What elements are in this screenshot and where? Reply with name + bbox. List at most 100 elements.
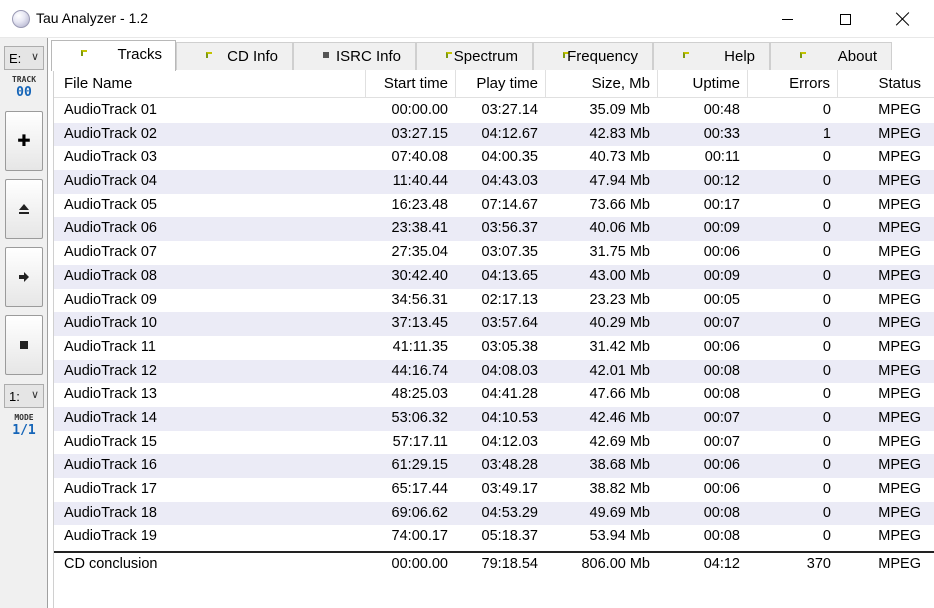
column-header-errors[interactable]: Errors <box>748 70 838 98</box>
table-row[interactable]: AudioTrack 10 37:13.45 03:57.64 40.29 Mb 00:… <box>54 312 934 336</box>
cell-play-time: 03:57.64 <box>481 315 538 332</box>
column-header-size[interactable]: Size, Mb <box>546 70 658 98</box>
cell-uptime: 00:06 <box>703 457 740 474</box>
tab-label: ISRC Info <box>335 48 401 65</box>
cell-size: 31.42 Mb <box>589 338 650 355</box>
cell-size: 42.83 Mb <box>589 125 650 142</box>
cell-size: 35.09 Mb <box>589 102 650 118</box>
close-button[interactable] <box>874 0 932 38</box>
summary-errors: 370 <box>806 556 831 572</box>
cell-uptime: 00:48 <box>703 102 740 118</box>
cell-file-name: AudioTrack 01 <box>64 102 157 118</box>
cell-play-time: 04:43.03 <box>481 173 538 190</box>
tab-isrc-info[interactable]: ISRC Info <box>293 42 416 70</box>
cell-size: 73.66 Mb <box>589 196 650 213</box>
cell-status: MPEG <box>878 291 921 308</box>
drive-select[interactable]: E: ∨ <box>4 46 44 70</box>
tab-label: Frequency <box>567 48 638 65</box>
table-row[interactable]: AudioTrack 12 44:16.74 04:08.03 42.01 Mb 00:… <box>54 359 934 384</box>
table-row[interactable]: AudioTrack 11 41:11.35 03:05.38 31.42 Mb 00:… <box>54 336 934 360</box>
cell-status: MPEG <box>878 481 921 497</box>
table-row[interactable]: AudioTrack 05 16:23.48 07:14.67 73.66 Mb 00:… <box>54 194 934 218</box>
tab-tracks[interactable]: Tracks <box>51 40 176 71</box>
tab-frequency[interactable]: Frequency <box>533 42 653 70</box>
next-button[interactable] <box>5 247 43 307</box>
table-row[interactable]: AudioTrack 14 53:06.32 04:10.53 42.46 Mb 00:… <box>54 406 934 431</box>
table-row[interactable]: AudioTrack 08 30:42.40 04:13.65 43.00 Mb 00:… <box>54 264 934 289</box>
eject-button[interactable] <box>5 179 43 239</box>
cell-status: MPEG <box>878 315 921 332</box>
tab-help[interactable]: Help <box>653 42 770 70</box>
table-row[interactable]: AudioTrack 07 27:35.04 03:07.35 31.75 Mb 00:… <box>54 241 934 265</box>
cell-uptime: 00:07 <box>703 409 740 426</box>
tab-label: Tracks <box>117 46 162 63</box>
summary-status: MPEG <box>878 556 921 572</box>
cell-uptime: 00:08 <box>703 386 740 403</box>
table-row[interactable]: AudioTrack 15 57:17.11 04:12.03 42.69 Mb 00:… <box>54 431 934 455</box>
summary-row: CD conclusion 00:00.00 79:18.54 806.00 M… <box>54 551 934 575</box>
add-button[interactable]: ✚ <box>5 111 43 171</box>
cell-errors: 0 <box>822 362 831 379</box>
table-row[interactable]: AudioTrack 18 69:06.62 04:53.29 49.69 Mb 00:… <box>54 501 934 526</box>
tab-spectrum[interactable]: Spectrum <box>416 42 533 70</box>
cell-file-name: AudioTrack 14 <box>64 409 157 426</box>
tab-cd-info[interactable]: CD Info <box>176 42 293 70</box>
cell-uptime: 00:08 <box>703 362 740 379</box>
cell-size: 42.01 Mb <box>589 362 650 379</box>
table-row[interactable]: AudioTrack 03 07:40.08 04:00.35 40.73 Mb 00:… <box>54 146 934 170</box>
cell-size: 42.46 Mb <box>589 409 650 426</box>
tracks-table: File Name Start time Play time Size, Mb … <box>53 70 934 608</box>
mode-select[interactable]: 1: ∨ <box>4 384 44 408</box>
table-row[interactable]: AudioTrack 02 03:27.15 04:12.67 42.83 Mb 00:… <box>54 122 934 147</box>
cell-file-name: AudioTrack 10 <box>64 315 157 332</box>
cell-size: 43.00 Mb <box>589 267 650 284</box>
maximize-button[interactable] <box>816 0 874 38</box>
table-row[interactable]: AudioTrack 19 74:00.17 05:18.37 53.94 Mb 00:… <box>54 525 934 549</box>
cell-errors: 0 <box>822 338 831 355</box>
tab-about[interactable]: About <box>770 42 892 70</box>
cell-file-name: AudioTrack 17 <box>64 481 157 497</box>
app-disc-icon <box>12 10 30 28</box>
cell-file-name: AudioTrack 07 <box>64 244 157 261</box>
cell-errors: 0 <box>822 481 831 497</box>
cell-file-name: AudioTrack 05 <box>64 196 157 213</box>
cell-uptime: 00:09 <box>703 267 740 284</box>
cell-play-time: 03:07.35 <box>481 244 538 261</box>
table-row[interactable]: AudioTrack 17 65:17.44 03:49.17 38.82 Mb 00:… <box>54 478 934 502</box>
cell-play-time: 04:41.28 <box>481 386 538 403</box>
chevron-down-icon: ∨ <box>30 51 39 63</box>
table-row[interactable]: AudioTrack 09 34:56.31 02:17.13 23.23 Mb 00:… <box>54 289 934 313</box>
table-row[interactable]: AudioTrack 06 23:38.41 03:56.37 40.06 Mb 00:… <box>54 217 934 242</box>
cell-play-time: 03:49.17 <box>481 481 538 497</box>
cell-uptime: 00:08 <box>703 504 740 521</box>
cell-file-name: AudioTrack 06 <box>64 220 157 237</box>
cell-status: MPEG <box>878 338 921 355</box>
table-row[interactable]: AudioTrack 04 11:40.44 04:43.03 47.94 Mb 00:… <box>54 170 934 194</box>
column-header-play-time[interactable]: Play time <box>456 70 546 98</box>
cell-uptime: 00:08 <box>703 528 740 545</box>
plus-icon: ✚ <box>17 133 31 150</box>
cell-errors: 0 <box>822 220 831 237</box>
table-row[interactable]: AudioTrack 13 48:25.03 04:41.28 47.66 Mb 00:… <box>54 383 934 407</box>
table-row[interactable]: AudioTrack 01 00:00.00 03:27.14 35.09 Mb 00:… <box>54 99 934 123</box>
cell-play-time: 02:17.13 <box>481 291 538 308</box>
table-row[interactable]: AudioTrack 16 61:29.15 03:48.28 38.68 Mb 00:… <box>54 454 934 478</box>
cell-play-time: 04:00.35 <box>481 149 538 166</box>
column-header-status[interactable]: Status <box>838 70 934 98</box>
eject-icon <box>19 204 29 214</box>
stop-button[interactable] <box>5 315 43 375</box>
column-header-start-time[interactable]: Start time <box>366 70 456 98</box>
column-header-file-name[interactable]: File Name <box>54 70 366 98</box>
cell-play-time: 04:12.67 <box>481 125 538 142</box>
cell-status: MPEG <box>878 267 921 284</box>
column-header-uptime[interactable]: Uptime <box>658 70 748 98</box>
cell-size: 53.94 Mb <box>589 528 650 545</box>
cell-play-time: 04:13.65 <box>481 267 538 284</box>
minimize-button[interactable] <box>758 0 816 38</box>
cell-status: MPEG <box>878 220 921 237</box>
cell-start-time: 16:23.48 <box>391 196 448 213</box>
cell-start-time: 74:00.17 <box>391 528 448 545</box>
summary-start-time: 00:00.00 <box>391 556 448 572</box>
stop-icon <box>20 341 28 349</box>
cell-uptime: 00:09 <box>703 220 740 237</box>
